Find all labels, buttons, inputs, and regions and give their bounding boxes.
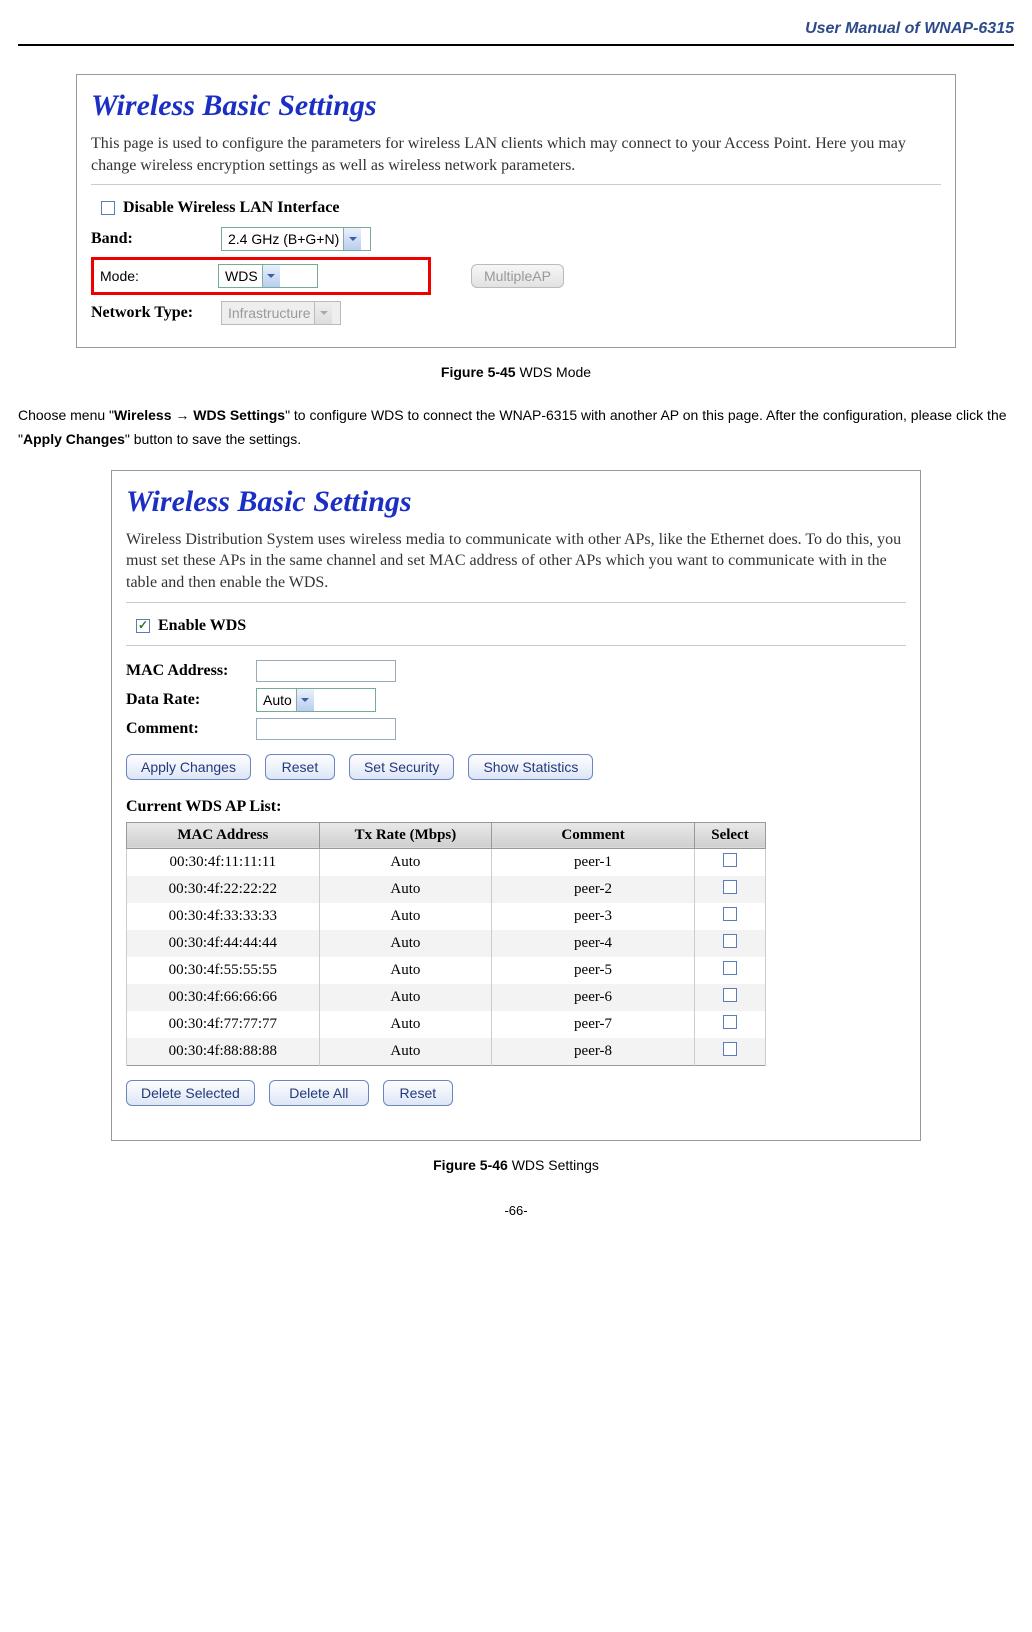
mac-address-input[interactable] <box>256 660 396 682</box>
divider <box>126 645 906 646</box>
mode-select[interactable]: WDS <box>218 264 318 288</box>
row-select-checkbox[interactable] <box>723 907 737 921</box>
divider <box>126 602 906 603</box>
table-row: 00:30:4f:44:44:44Autopeer-4 <box>127 930 766 957</box>
network-type-select: Infrastructure <box>221 301 341 325</box>
mode-value: WDS <box>225 268 258 284</box>
row-select-checkbox[interactable] <box>723 853 737 867</box>
cell-comment: peer-1 <box>492 848 695 876</box>
cell-rate: Auto <box>319 984 491 1011</box>
reset-button-2[interactable]: Reset <box>383 1080 453 1106</box>
cell-mac: 00:30:4f:55:55:55 <box>127 957 320 984</box>
chevron-down-icon <box>343 228 361 250</box>
cell-rate: Auto <box>319 930 491 957</box>
col-rate: Tx Rate (Mbps) <box>319 822 491 848</box>
network-type-label: Network Type: <box>91 304 221 322</box>
cell-mac: 00:30:4f:44:44:44 <box>127 930 320 957</box>
cell-mac: 00:30:4f:11:11:11 <box>127 848 320 876</box>
panel-title-1: Wireless Basic Settings <box>91 89 941 123</box>
cell-comment: peer-6 <box>492 984 695 1011</box>
col-select: Select <box>694 822 765 848</box>
disable-wlan-label: Disable Wireless LAN Interface <box>123 199 339 217</box>
mac-address-label: MAC Address: <box>126 662 256 680</box>
table-row: 00:30:4f:88:88:88Autopeer-8 <box>127 1038 766 1066</box>
table-row: 00:30:4f:55:55:55Autopeer-5 <box>127 957 766 984</box>
figure-5-46-caption: Figure 5-46 WDS Settings <box>18 1157 1014 1173</box>
cell-comment: peer-7 <box>492 1011 695 1038</box>
cell-mac: 00:30:4f:88:88:88 <box>127 1038 320 1066</box>
figure-5-46-box: Wireless Basic Settings Wireless Distrib… <box>111 470 921 1141</box>
data-rate-label: Data Rate: <box>126 691 256 709</box>
cell-mac: 00:30:4f:66:66:66 <box>127 984 320 1011</box>
reset-button[interactable]: Reset <box>265 754 335 780</box>
cell-mac: 00:30:4f:77:77:77 <box>127 1011 320 1038</box>
row-select-checkbox[interactable] <box>723 880 737 894</box>
cell-comment: peer-4 <box>492 930 695 957</box>
table-row: 00:30:4f:22:22:22Autopeer-2 <box>127 876 766 903</box>
row-select-checkbox[interactable] <box>723 988 737 1002</box>
cell-comment: peer-3 <box>492 903 695 930</box>
set-security-button[interactable]: Set Security <box>349 754 454 780</box>
panel-desc-2: Wireless Distribution System uses wirele… <box>126 529 906 594</box>
comment-input[interactable] <box>256 718 396 740</box>
cell-rate: Auto <box>319 1011 491 1038</box>
chevron-down-icon <box>262 265 280 287</box>
mode-label: Mode: <box>100 268 218 284</box>
chevron-down-icon <box>296 689 314 711</box>
row-select-checkbox[interactable] <box>723 934 737 948</box>
row-select-checkbox[interactable] <box>723 1015 737 1029</box>
band-select[interactable]: 2.4 GHz (B+G+N) <box>221 227 371 251</box>
delete-selected-button[interactable]: Delete Selected <box>126 1080 255 1106</box>
cell-rate: Auto <box>319 957 491 984</box>
cell-comment: peer-5 <box>492 957 695 984</box>
table-row: 00:30:4f:77:77:77Autopeer-7 <box>127 1011 766 1038</box>
table-row: 00:30:4f:11:11:11Autopeer-1 <box>127 848 766 876</box>
mode-row-highlight: Mode: WDS <box>91 257 431 295</box>
cell-mac: 00:30:4f:33:33:33 <box>127 903 320 930</box>
delete-all-button[interactable]: Delete All <box>269 1080 369 1106</box>
cell-comment: peer-8 <box>492 1038 695 1066</box>
chevron-down-icon <box>314 302 332 324</box>
row-select-checkbox[interactable] <box>723 1042 737 1056</box>
cell-rate: Auto <box>319 903 491 930</box>
cell-mac: 00:30:4f:22:22:22 <box>127 876 320 903</box>
apply-changes-button[interactable]: Apply Changes <box>126 754 251 780</box>
row-select-checkbox[interactable] <box>723 961 737 975</box>
figure-5-45-caption: Figure 5-45 WDS Mode <box>18 364 1014 380</box>
network-type-value: Infrastructure <box>228 305 310 321</box>
panel-title-2: Wireless Basic Settings <box>126 485 906 519</box>
col-comment: Comment <box>492 822 695 848</box>
figure-5-45-box: Wireless Basic Settings This page is use… <box>76 74 956 348</box>
cell-rate: Auto <box>319 848 491 876</box>
instruction-paragraph: Choose menu "Wireless → WDS Settings" to… <box>18 404 1014 452</box>
doc-header: User Manual of WNAP-6315 <box>18 20 1014 46</box>
cell-rate: Auto <box>319 876 491 903</box>
wds-list-label: Current WDS AP List: <box>126 798 906 816</box>
band-label: Band: <box>91 230 221 248</box>
data-rate-value: Auto <box>263 692 292 708</box>
show-statistics-button[interactable]: Show Statistics <box>468 754 593 780</box>
cell-rate: Auto <box>319 1038 491 1066</box>
table-row: 00:30:4f:66:66:66Autopeer-6 <box>127 984 766 1011</box>
panel-desc-1: This page is used to configure the param… <box>91 133 941 176</box>
disable-wlan-checkbox[interactable] <box>101 201 115 215</box>
table-row: 00:30:4f:33:33:33Autopeer-3 <box>127 903 766 930</box>
band-value: 2.4 GHz (B+G+N) <box>228 231 339 247</box>
col-mac: MAC Address <box>127 822 320 848</box>
comment-label: Comment: <box>126 720 256 738</box>
multiple-ap-button[interactable]: MultipleAP <box>471 264 564 288</box>
wds-ap-table: MAC Address Tx Rate (Mbps) Comment Selec… <box>126 822 766 1066</box>
divider <box>91 184 941 185</box>
cell-comment: peer-2 <box>492 876 695 903</box>
enable-wds-label: Enable WDS <box>158 617 246 635</box>
enable-wds-checkbox[interactable] <box>136 619 150 633</box>
data-rate-select[interactable]: Auto <box>256 688 376 712</box>
page-number: -66- <box>18 1203 1014 1218</box>
